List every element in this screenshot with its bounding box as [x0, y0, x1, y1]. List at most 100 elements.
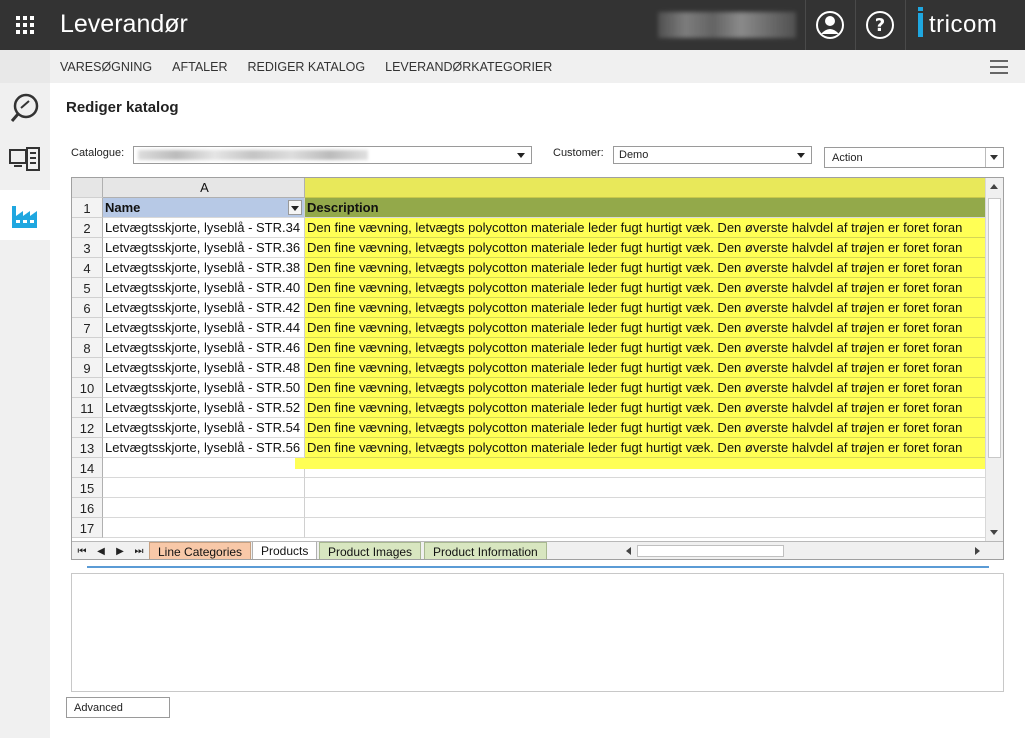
description-cell[interactable]: Den fine vævning, letvægts polycotton ma… [305, 338, 985, 358]
row-number[interactable]: 9 [72, 358, 103, 378]
spreadsheet[interactable]: A 1 Name Description 2 Letvægtsskjorte, l… [71, 177, 1004, 560]
nav-item-varesogning[interactable]: VARESØGNING [60, 60, 152, 74]
name-cell[interactable] [103, 458, 305, 478]
tab-product-images[interactable]: Product Images [319, 542, 422, 559]
description-cell[interactable] [305, 518, 985, 538]
sidebar-item-supplier[interactable] [0, 190, 50, 240]
panel-splitter[interactable] [87, 566, 989, 568]
row-number[interactable]: 5 [72, 278, 103, 298]
row-number[interactable]: 17 [72, 518, 103, 538]
user-button[interactable] [805, 0, 855, 50]
sidebar-item-catalog[interactable] [0, 135, 50, 185]
scroll-left-icon[interactable] [626, 547, 631, 555]
column-header-b[interactable] [305, 178, 985, 198]
name-cell[interactable]: Letvægtsskjorte, lyseblå - STR.44 [103, 318, 305, 338]
description-cell[interactable] [305, 498, 985, 518]
row-number[interactable]: 7 [72, 318, 103, 338]
name-cell[interactable]: Letvægtsskjorte, lyseblå - STR.48 [103, 358, 305, 378]
description-cell[interactable]: Den fine vævning, letvægts polycotton ma… [305, 218, 985, 238]
chevron-down-icon [797, 153, 805, 158]
name-header-cell[interactable]: Name [103, 198, 305, 218]
tab-products[interactable]: Products [252, 542, 318, 559]
nav-item-leverandorkategorier[interactable]: LEVERANDØRKATEGORIER [385, 60, 552, 74]
customer-label: Customer: [553, 147, 604, 159]
name-cell[interactable]: Letvægtsskjorte, lyseblå - STR.56 [103, 438, 305, 458]
name-cell[interactable]: Letvægtsskjorte, lyseblå - STR.40 [103, 278, 305, 298]
description-cell[interactable]: Den fine vævning, letvægts polycotton ma… [305, 318, 985, 338]
name-header-label: Name [105, 200, 141, 215]
brand-logo: tricom [918, 7, 997, 40]
name-cell[interactable] [103, 478, 305, 498]
name-cell[interactable] [103, 518, 305, 538]
help-button[interactable]: ? [855, 0, 905, 50]
row-number[interactable]: 16 [72, 498, 103, 518]
row-number[interactable]: 14 [72, 458, 103, 478]
description-cell[interactable]: Den fine vævning, letvægts polycotton ma… [305, 278, 985, 298]
name-cell[interactable]: Letvægtsskjorte, lyseblå - STR.46 [103, 338, 305, 358]
name-cell[interactable] [103, 498, 305, 518]
nav-item-aftaler[interactable]: AFTALER [172, 60, 227, 74]
nav-item-rediger-katalog[interactable]: REDIGER KATALOG [248, 60, 366, 74]
row-number[interactable]: 15 [72, 478, 103, 498]
first-sheet-icon[interactable]: ⏮ [75, 545, 89, 558]
row-number[interactable]: 10 [72, 378, 103, 398]
name-cell[interactable]: Letvægtsskjorte, lyseblå - STR.38 [103, 258, 305, 278]
name-cell[interactable]: Letvægtsskjorte, lyseblå - STR.42 [103, 298, 305, 318]
row-number[interactable]: 12 [72, 418, 103, 438]
advanced-button[interactable]: Advanced [66, 697, 170, 718]
cell-text-panel[interactable] [71, 573, 1004, 692]
table-row: 13 Letvægtsskjorte, lyseblå - STR.56 Den f… [72, 438, 985, 458]
name-cell[interactable]: Letvægtsskjorte, lyseblå - STR.36 [103, 238, 305, 258]
description-header-cell[interactable]: Description [305, 198, 985, 218]
vertical-scrollbar[interactable] [985, 178, 1003, 541]
scroll-down-icon[interactable] [990, 530, 998, 535]
description-cell[interactable]: Den fine vævning, letvægts polycotton ma… [305, 298, 985, 318]
chevron-down-icon[interactable] [985, 148, 1003, 167]
scroll-thumb[interactable] [637, 545, 784, 557]
sheet-grid[interactable]: A 1 Name Description 2 Letvægtsskjorte, l… [72, 178, 985, 541]
last-sheet-icon[interactable]: ⏭ [132, 545, 146, 558]
next-sheet-icon[interactable]: ▶ [113, 545, 127, 558]
top-bar: Leverandør ? tricom [0, 0, 1025, 50]
name-cell[interactable]: Letvægtsskjorte, lyseblå - STR.50 [103, 378, 305, 398]
row-number[interactable]: 11 [72, 398, 103, 418]
description-cell[interactable]: Den fine vævning, letvægts polycotton ma… [305, 358, 985, 378]
row-number[interactable]: 1 [72, 198, 103, 218]
name-cell[interactable]: Letvægtsskjorte, lyseblå - STR.54 [103, 418, 305, 438]
prev-sheet-icon[interactable]: ◀ [94, 545, 108, 558]
horizontal-scrollbar[interactable] [624, 544, 982, 558]
row-number[interactable]: 6 [72, 298, 103, 318]
tab-product-information[interactable]: Product Information [424, 542, 547, 559]
menu-icon[interactable] [990, 60, 1008, 78]
select-all-corner[interactable] [72, 178, 103, 198]
description-cell[interactable]: Den fine vævning, letvægts polycotton ma… [305, 398, 985, 418]
divider [905, 0, 906, 50]
sidebar-item-search[interactable] [0, 83, 50, 133]
name-cell[interactable]: Letvægtsskjorte, lyseblå - STR.34 [103, 218, 305, 238]
row-number[interactable]: 2 [72, 218, 103, 238]
description-cell[interactable] [305, 478, 985, 498]
table-row: 5 Letvægtsskjorte, lyseblå - STR.40 Den fi… [72, 278, 985, 298]
catalogue-select[interactable] [133, 146, 532, 164]
user-icon [816, 11, 844, 39]
customer-select[interactable]: Demo [613, 146, 812, 164]
description-cell[interactable]: Den fine vævning, letvægts polycotton ma… [305, 258, 985, 278]
description-cell[interactable]: Den fine vævning, letvægts polycotton ma… [305, 378, 985, 398]
scroll-thumb[interactable] [988, 198, 1001, 458]
filter-dropdown-icon[interactable] [288, 200, 302, 215]
row-number[interactable]: 13 [72, 438, 103, 458]
table-row: 9 Letvægtsskjorte, lyseblå - STR.48 Den fi… [72, 358, 985, 378]
description-cell[interactable]: Den fine vævning, letvægts polycotton ma… [305, 238, 985, 258]
description-cell[interactable]: Den fine vævning, letvægts polycotton ma… [305, 418, 985, 438]
row-number[interactable]: 8 [72, 338, 103, 358]
row-number[interactable]: 4 [72, 258, 103, 278]
name-cell[interactable]: Letvægtsskjorte, lyseblå - STR.52 [103, 398, 305, 418]
row-number[interactable]: 3 [72, 238, 103, 258]
scroll-right-icon[interactable] [975, 547, 980, 555]
apps-grid-icon[interactable] [0, 0, 50, 50]
tab-line-categories[interactable]: Line Categories [149, 542, 252, 559]
action-select[interactable]: Action [824, 147, 1004, 168]
column-header-a[interactable]: A [103, 178, 305, 198]
description-cell[interactable]: Den fine vævning, letvægts polycotton ma… [305, 438, 985, 458]
scroll-up-icon[interactable] [990, 184, 998, 189]
